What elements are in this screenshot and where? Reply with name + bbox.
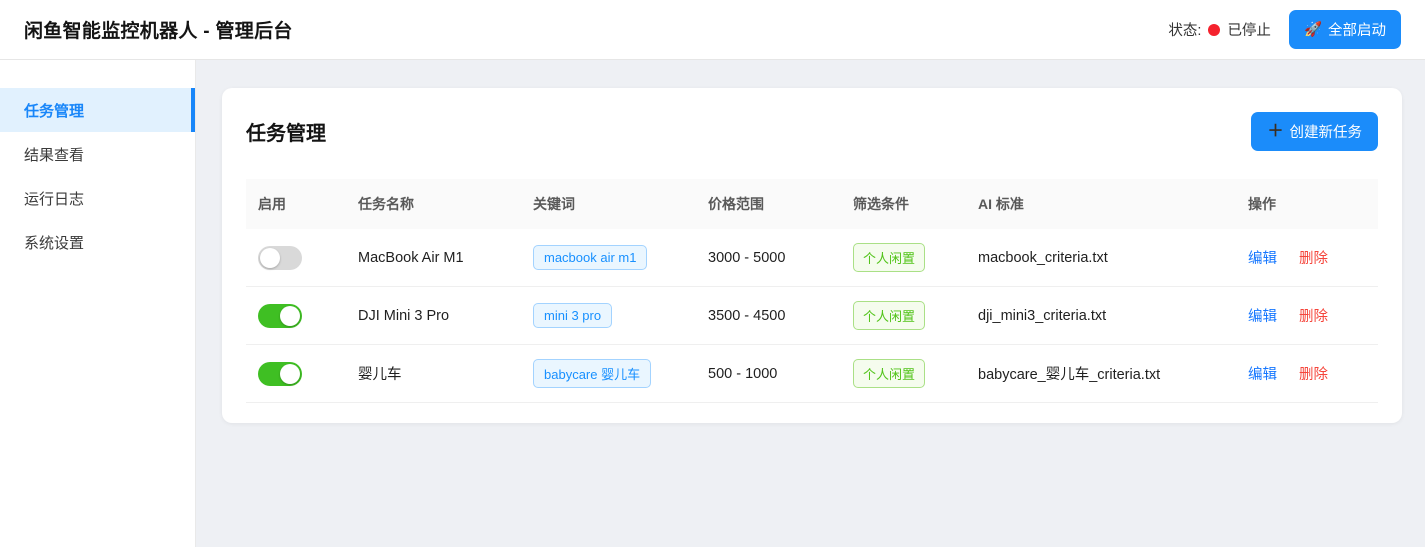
task-management-card: 任务管理 ＋ 创建新任务 启用 任务名称 关键词 价格范围	[222, 88, 1402, 423]
col-header-price: 价格范围	[696, 179, 841, 229]
sidebar-item-label: 任务管理	[24, 100, 84, 121]
edit-link[interactable]: 编辑	[1248, 367, 1277, 383]
toggle-knob	[260, 248, 280, 268]
create-task-button[interactable]: ＋ 创建新任务	[1251, 112, 1378, 151]
status-value: 已停止	[1227, 19, 1271, 40]
price-range: 500 - 1000	[696, 345, 841, 403]
filter-tag: 个人闲置	[853, 301, 925, 330]
edit-link[interactable]: 编辑	[1248, 251, 1277, 267]
keyword-tag: babycare 婴儿车	[533, 359, 651, 388]
task-name: MacBook Air M1	[346, 229, 521, 287]
top-header: 闲鱼智能监控机器人 - 管理后台 状态: 已停止 🚀 全部启动	[0, 0, 1425, 60]
filter-tag: 个人闲置	[853, 243, 925, 272]
table-row: DJI Mini 3 Pro mini 3 pro 3500 - 4500 个人…	[246, 287, 1378, 345]
keyword-tag: macbook air m1	[533, 245, 647, 270]
app-title: 闲鱼智能监控机器人 - 管理后台	[24, 16, 293, 43]
filter-tag: 个人闲置	[853, 359, 925, 388]
ai-criteria-file: dji_mini3_criteria.txt	[966, 287, 1236, 345]
rocket-icon: 🚀	[1304, 21, 1322, 38]
main-content: 任务管理 ＋ 创建新任务 启用 任务名称 关键词 价格范围	[196, 60, 1425, 547]
delete-link[interactable]: 删除	[1299, 367, 1328, 383]
sidebar-item-system-settings[interactable]: 系统设置	[0, 220, 195, 264]
create-task-label: 创建新任务	[1290, 121, 1363, 142]
col-header-enable: 启用	[246, 179, 346, 229]
sidebar: 任务管理 结果查看 运行日志 系统设置	[0, 60, 196, 547]
enable-toggle[interactable]	[258, 246, 302, 270]
col-header-keyword: 关键词	[521, 179, 696, 229]
status-indicator: 状态: 已停止	[1168, 19, 1271, 40]
toggle-knob	[280, 364, 300, 384]
status-dot-icon	[1208, 24, 1220, 36]
ai-criteria-file: babycare_婴儿车_criteria.txt	[966, 345, 1236, 403]
plus-icon: ＋	[1267, 124, 1283, 140]
sidebar-item-label: 结果查看	[24, 144, 84, 165]
table-row: MacBook Air M1 macbook air m1 3000 - 500…	[246, 229, 1378, 287]
enable-toggle[interactable]	[258, 362, 302, 386]
col-header-name: 任务名称	[346, 179, 521, 229]
sidebar-item-run-logs[interactable]: 运行日志	[0, 176, 195, 220]
col-header-filter: 筛选条件	[841, 179, 966, 229]
start-all-button[interactable]: 🚀 全部启动	[1289, 10, 1401, 49]
price-range: 3000 - 5000	[696, 229, 841, 287]
keyword-tag: mini 3 pro	[533, 303, 612, 328]
sidebar-item-task-management[interactable]: 任务管理	[0, 88, 195, 132]
status-label: 状态:	[1168, 19, 1201, 40]
col-header-actions: 操作	[1236, 179, 1378, 229]
sidebar-item-label: 系统设置	[24, 232, 84, 253]
ai-criteria-file: macbook_criteria.txt	[966, 229, 1236, 287]
page-title: 任务管理	[246, 117, 326, 146]
delete-link[interactable]: 删除	[1299, 309, 1328, 325]
toggle-knob	[280, 306, 300, 326]
task-name: DJI Mini 3 Pro	[346, 287, 521, 345]
enable-toggle[interactable]	[258, 304, 302, 328]
sidebar-item-results[interactable]: 结果查看	[0, 132, 195, 176]
task-table: 启用 任务名称 关键词 价格范围 筛选条件 AI 标准 操作 MacBook A…	[246, 179, 1378, 403]
start-all-label: 全部启动	[1328, 19, 1386, 40]
task-name: 婴儿车	[346, 345, 521, 403]
delete-link[interactable]: 删除	[1299, 251, 1328, 267]
table-row: 婴儿车 babycare 婴儿车 500 - 1000 个人闲置 babycar…	[246, 345, 1378, 403]
price-range: 3500 - 4500	[696, 287, 841, 345]
sidebar-item-label: 运行日志	[24, 188, 84, 209]
edit-link[interactable]: 编辑	[1248, 309, 1277, 325]
col-header-ai: AI 标准	[966, 179, 1236, 229]
table-header-row: 启用 任务名称 关键词 价格范围 筛选条件 AI 标准 操作	[246, 179, 1378, 229]
